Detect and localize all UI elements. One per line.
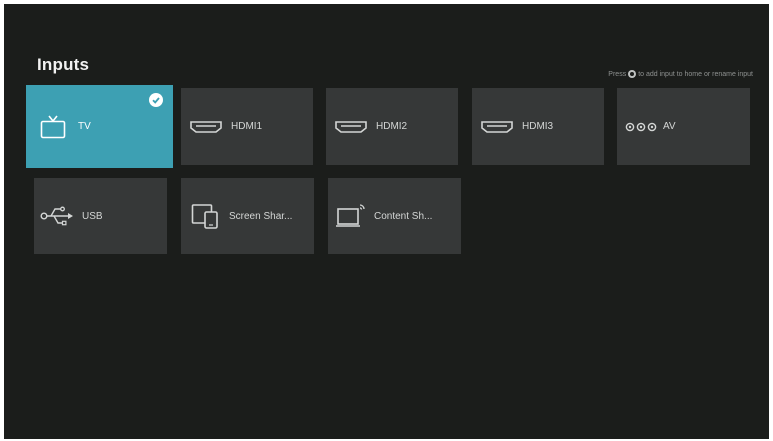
- hint-suffix: to add input to home or rename input: [638, 70, 753, 78]
- input-tile-hdmi3[interactable]: HDMI3: [472, 88, 604, 165]
- input-label: Screen Shar...: [229, 210, 293, 222]
- input-label: AV: [663, 121, 676, 132]
- hint-text: Press to add input to home or rename inp…: [608, 70, 753, 78]
- input-tile-av[interactable]: AV: [617, 88, 750, 165]
- input-label: Content Sh...: [374, 210, 433, 222]
- hdmi-icon: [480, 120, 514, 134]
- hdmi-icon: [189, 120, 223, 134]
- screen-share-icon: [191, 203, 221, 229]
- input-tile-usb[interactable]: USB: [34, 178, 167, 254]
- av-icon: [625, 122, 657, 132]
- input-label: USB: [82, 210, 103, 222]
- options-button-icon: [628, 70, 637, 78]
- input-tile-hdmi2[interactable]: HDMI2: [326, 88, 458, 165]
- check-icon: [149, 93, 163, 107]
- input-tile-screen-share[interactable]: Screen Shar...: [181, 178, 314, 254]
- screen: Inputs Press to add input to home or ren…: [4, 4, 769, 439]
- input-tile-tv[interactable]: TV: [26, 85, 173, 168]
- input-label: HDMI2: [376, 121, 408, 132]
- hdmi-icon: [334, 120, 368, 134]
- hint-prefix: Press: [608, 70, 627, 78]
- tv-icon: [40, 115, 66, 139]
- input-label: HDMI1: [231, 121, 263, 132]
- input-tile-content-share[interactable]: Content Sh...: [328, 178, 461, 254]
- input-label: TV: [78, 121, 91, 132]
- page-title: Inputs: [37, 55, 90, 74]
- input-tile-hdmi1[interactable]: HDMI1: [181, 88, 313, 165]
- usb-icon: [40, 205, 74, 227]
- content-share-icon: [336, 203, 366, 229]
- input-label: HDMI3: [522, 121, 554, 132]
